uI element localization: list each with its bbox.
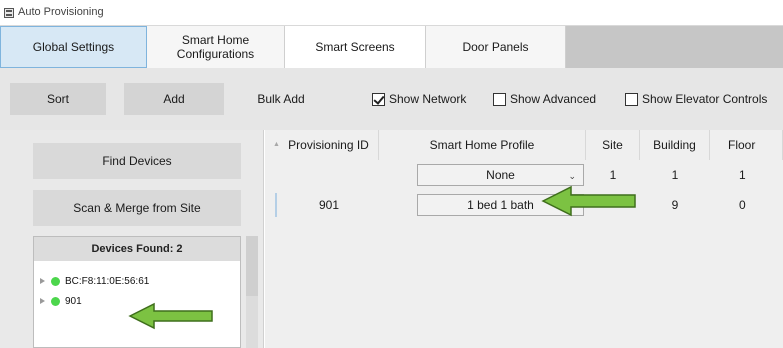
checkbox-checked-icon: [372, 92, 385, 106]
show-advanced-checkbox[interactable]: Show Advanced: [493, 91, 596, 107]
checkbox-unchecked-icon: [625, 92, 638, 106]
app-icon: [4, 8, 14, 18]
column-header-smart-home-profile[interactable]: Smart Home Profile: [379, 130, 586, 160]
annotation-arrow-icon: [541, 185, 636, 217]
device-item[interactable]: 901: [40, 294, 82, 308]
toolbar: Sort Add Bulk Add Show Network Show Adva…: [0, 68, 783, 130]
provisioning-id-cell: [279, 160, 379, 190]
smart-screens-grid: ▲ Provisioning ID Smart Home Profile Sit…: [265, 130, 783, 348]
tab-label: Smart Screens: [315, 40, 395, 54]
column-header-site[interactable]: Site: [586, 130, 640, 160]
checkbox-label: Show Elevator Controls: [642, 92, 768, 106]
floor-cell: 0: [739, 198, 746, 212]
chevron-down-icon: ⌄: [568, 171, 576, 181]
show-elevator-controls-checkbox[interactable]: Show Elevator Controls: [625, 91, 767, 107]
device-label: 901: [65, 295, 82, 307]
building-cell: 9: [671, 198, 679, 212]
tab-label: Door Panels: [462, 40, 529, 54]
table-row[interactable]: 901 1 bed 1 bath 9 0: [265, 190, 783, 220]
column-header-building[interactable]: Building: [640, 130, 710, 160]
window-title: Auto Provisioning: [18, 6, 104, 18]
devices-found-list: Devices Found: 2 BC:F8:11:0E:56:61 901: [33, 236, 241, 348]
status-dot-icon: [51, 276, 60, 286]
add-button[interactable]: Add: [124, 83, 224, 115]
smart-home-profile-select[interactable]: None ⌄: [417, 164, 584, 186]
provisioning-id-cell: 901: [318, 198, 340, 212]
checkbox-label: Show Network: [389, 92, 467, 106]
column-header-provisioning-id[interactable]: Provisioning ID: [279, 130, 379, 160]
expand-arrow-icon[interactable]: [40, 278, 45, 284]
devices-found-header: Devices Found: 2: [34, 237, 240, 261]
title-bar: Auto Provisioning: [0, 0, 783, 26]
table-row[interactable]: None ⌄ 1 1 1: [265, 160, 783, 190]
tab-bar: Global Settings Smart Home Configuration…: [0, 26, 783, 68]
annotation-arrow-icon: [128, 302, 213, 330]
select-value: 1 bed 1 bath: [467, 198, 534, 212]
device-discovery-panel: Find Devices Scan & Merge from Site Devi…: [0, 130, 264, 348]
device-item[interactable]: BC:F8:11:0E:56:61: [40, 274, 149, 288]
grid-header: Provisioning ID Smart Home Profile Site …: [265, 130, 783, 160]
tab-global-settings[interactable]: Global Settings: [0, 26, 147, 68]
bulk-add-button[interactable]: Bulk Add: [237, 83, 325, 115]
tab-door-panels[interactable]: Door Panels: [426, 26, 566, 68]
row-selection-indicator: [275, 193, 277, 217]
tab-smart-home-configurations[interactable]: Smart Home Configurations: [147, 26, 285, 68]
tab-smart-screens[interactable]: Smart Screens: [285, 26, 426, 68]
tab-label: Global Settings: [32, 40, 115, 54]
checkbox-label: Show Advanced: [510, 92, 597, 106]
scan-merge-button[interactable]: Scan & Merge from Site: [33, 190, 241, 226]
floor-cell: 1: [739, 168, 746, 182]
sort-button[interactable]: Sort: [10, 83, 106, 115]
status-dot-icon: [51, 296, 60, 306]
show-network-checkbox[interactable]: Show Network: [372, 91, 466, 107]
tab-label: Smart Home Configurations: [176, 33, 255, 61]
device-label: BC:F8:11:0E:56:61: [65, 275, 150, 287]
select-value: None: [486, 168, 515, 182]
scrollbar-thumb[interactable]: [246, 236, 258, 296]
building-cell: 1: [671, 168, 679, 182]
column-header-floor[interactable]: Floor: [710, 130, 783, 160]
expand-arrow-icon[interactable]: [40, 298, 45, 304]
find-devices-button[interactable]: Find Devices: [33, 143, 241, 179]
checkbox-unchecked-icon: [493, 92, 506, 106]
